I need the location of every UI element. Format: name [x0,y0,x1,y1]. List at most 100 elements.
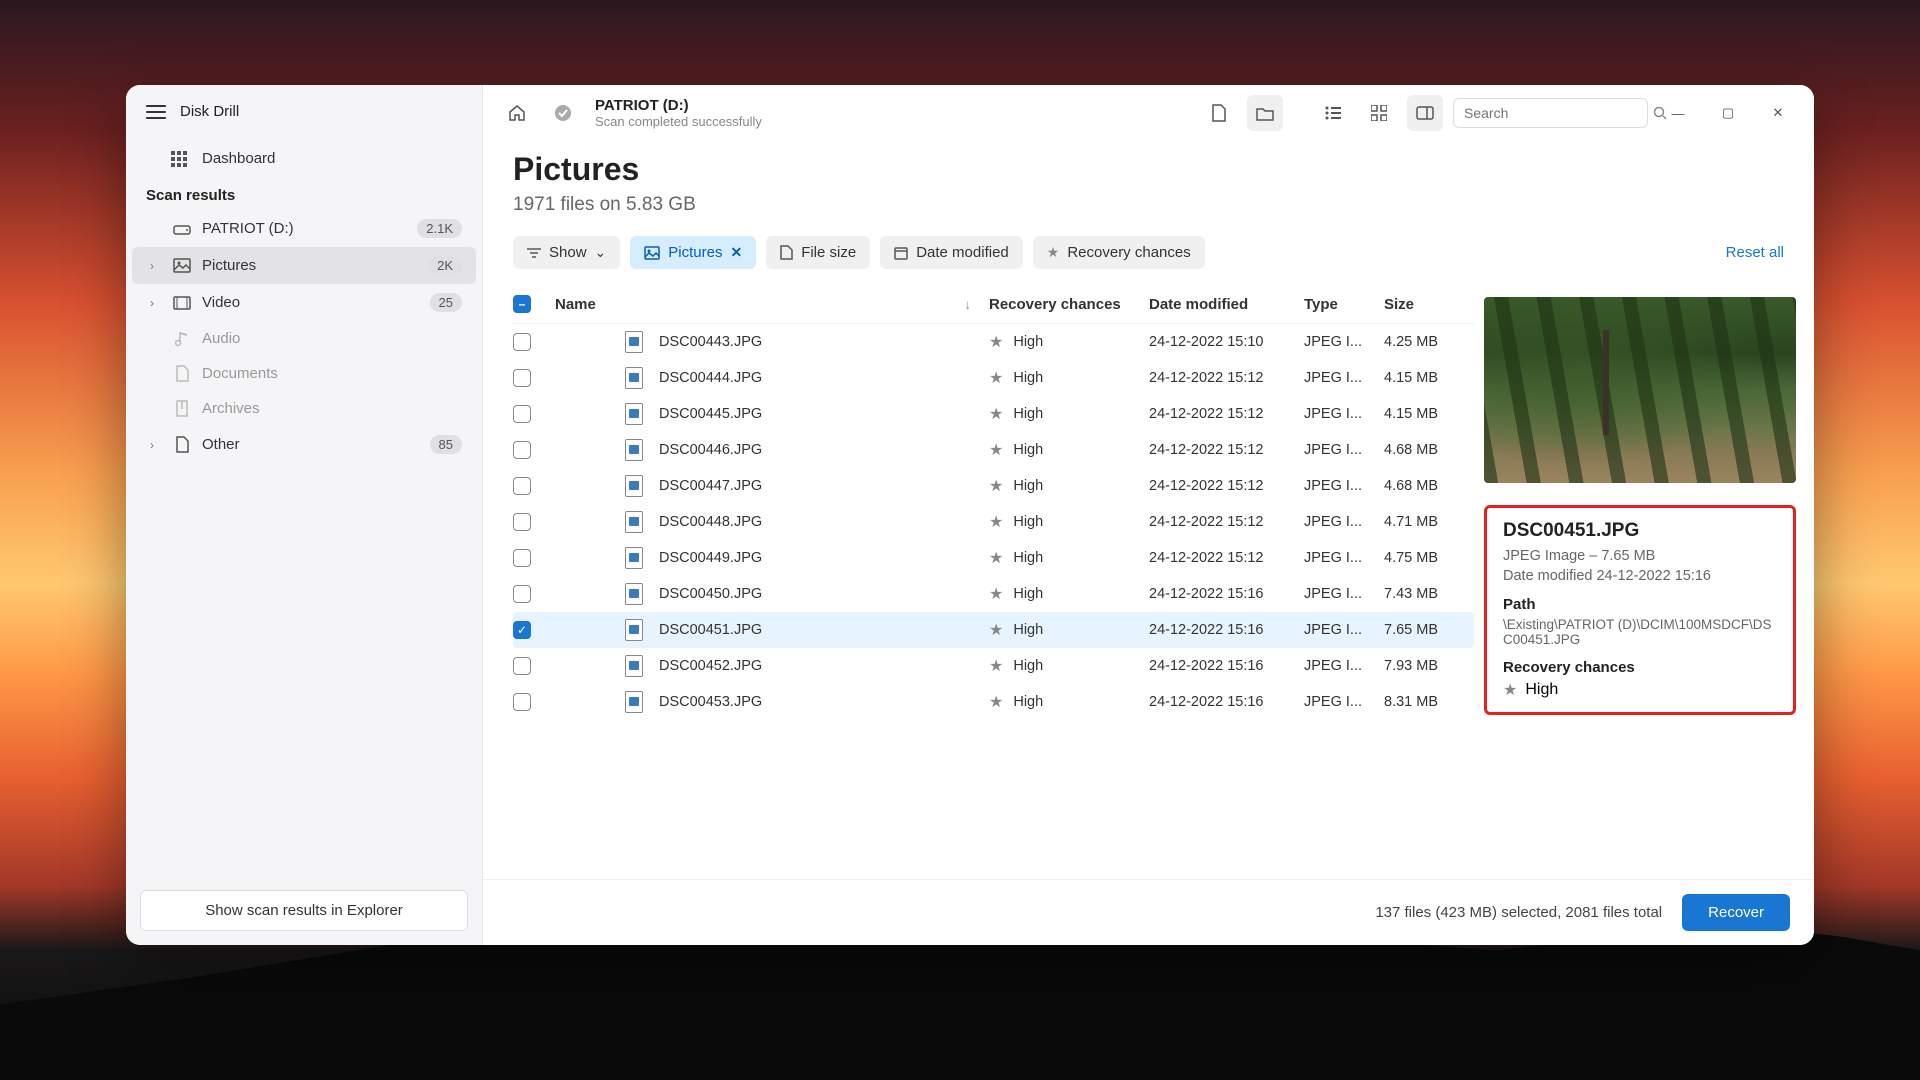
row-checkbox[interactable] [513,405,531,423]
select-all-checkbox[interactable]: – [513,295,531,313]
sidebar-section-title: Scan results [126,177,482,210]
row-checkbox[interactable] [513,585,531,603]
search-input[interactable] [1464,105,1645,121]
star-icon: ★ [989,656,1003,676]
type-value: JPEG I... [1304,406,1384,422]
show-chip[interactable]: Show ⌄ [513,236,620,269]
grid-icon [170,151,188,167]
table-row[interactable]: DSC00452.JPG★High24-12-2022 15:16JPEG I.… [513,648,1474,684]
size-value: 8.31 MB [1384,694,1474,710]
check-badge-icon [545,95,581,131]
file-icon[interactable] [1201,95,1237,131]
drive-label: PATRIOT (D:) [202,220,407,237]
star-icon: ★ [989,368,1003,388]
date-value: 24-12-2022 15:12 [1149,478,1304,494]
row-checkbox[interactable] [513,693,531,711]
date-value: 24-12-2022 15:12 [1149,406,1304,422]
sidebar-item-audio[interactable]: Audio [132,321,476,356]
file-type-icon [625,655,643,677]
row-checkbox[interactable] [513,513,531,531]
table-row[interactable]: DSC00444.JPG★High24-12-2022 15:12JPEG I.… [513,360,1474,396]
row-checkbox[interactable] [513,657,531,675]
close-icon[interactable]: ✕ [730,244,742,261]
size-value: 4.68 MB [1384,442,1474,458]
date-chip[interactable]: Date modified [880,236,1023,269]
col-size[interactable]: Size [1384,296,1474,313]
home-icon[interactable] [499,95,535,131]
row-checkbox[interactable]: ✓ [513,621,531,639]
date-value: 24-12-2022 15:16 [1149,586,1304,602]
row-checkbox[interactable] [513,333,531,351]
table-row[interactable]: DSC00445.JPG★High24-12-2022 15:12JPEG I.… [513,396,1474,432]
table-row[interactable]: DSC00448.JPG★High24-12-2022 15:12JPEG I.… [513,504,1474,540]
pictures-chip[interactable]: Pictures ✕ [630,236,756,269]
chevron-right-icon [150,332,162,346]
sidebar-item-pictures[interactable]: ›Pictures2K [132,247,476,284]
sidebar-item-video[interactable]: ›Video25 [132,284,476,321]
page-subtitle: 1971 files on 5.83 GB [513,194,1784,216]
type-value: JPEG I... [1304,334,1384,350]
reset-all-link[interactable]: Reset all [1726,244,1784,261]
sort-arrow-icon[interactable]: ↓ [965,297,972,312]
row-checkbox[interactable] [513,477,531,495]
col-date[interactable]: Date modified [1149,296,1304,313]
chevron-down-icon: ⌄ [595,244,607,261]
table-row[interactable]: DSC00450.JPG★High24-12-2022 15:16JPEG I.… [513,576,1474,612]
type-value: JPEG I... [1304,514,1384,530]
preview-thumbnail[interactable] [1484,297,1796,483]
size-value: 4.75 MB [1384,550,1474,566]
size-value: 4.25 MB [1384,334,1474,350]
table-row[interactable]: DSC00453.JPG★High24-12-2022 15:16JPEG I.… [513,684,1474,720]
grid-view-icon[interactable] [1361,95,1397,131]
file-type-icon [625,619,643,641]
detail-recovery-value: High [1525,681,1558,699]
table-row[interactable]: ✓DSC00451.JPG★High24-12-2022 15:16JPEG I… [513,612,1474,648]
minimize-button[interactable]: — [1658,95,1698,131]
footer: 137 files (423 MB) selected, 2081 files … [483,879,1814,945]
show-in-explorer-button[interactable]: Show scan results in Explorer [140,890,468,931]
sidebar-drive[interactable]: PATRIOT (D:) 2.1K [132,210,476,247]
sidebar-item-archives[interactable]: Archives [132,391,476,426]
col-name[interactable]: Name [555,296,596,313]
filesize-chip[interactable]: File size [766,236,870,269]
folder-icon[interactable] [1247,95,1283,131]
file-name: DSC00448.JPG [659,514,762,530]
recovery-value: High [1013,622,1043,638]
col-recovery[interactable]: Recovery chances [989,296,1149,313]
calendar-icon [894,246,908,260]
panel-view-icon[interactable] [1407,95,1443,131]
col-type[interactable]: Type [1304,296,1384,313]
table-row[interactable]: DSC00447.JPG★High24-12-2022 15:12JPEG I.… [513,468,1474,504]
table-header: – Name ↓ Recovery chances Date modified T… [513,285,1474,324]
hamburger-icon[interactable] [146,105,166,119]
star-icon: ★ [989,332,1003,352]
file-type-icon [625,367,643,389]
search-box[interactable] [1453,98,1648,128]
file-type-icon [625,547,643,569]
recovery-chip[interactable]: ★ Recovery chances [1033,236,1205,269]
recovery-value: High [1013,334,1043,350]
file-name: DSC00445.JPG [659,406,762,422]
row-checkbox[interactable] [513,441,531,459]
sidebar-item-documents[interactable]: Documents [132,356,476,391]
row-checkbox[interactable] [513,369,531,387]
maximize-button[interactable]: ▢ [1708,95,1748,131]
main-area: PATRIOT (D:) Scan completed successfully… [483,85,1814,945]
close-button[interactable]: ✕ [1758,95,1798,131]
type-value: JPEG I... [1304,622,1384,638]
star-icon: ★ [1047,244,1060,261]
sidebar-dashboard-label: Dashboard [202,150,275,167]
recovery-value: High [1013,658,1043,674]
table-row[interactable]: DSC00449.JPG★High24-12-2022 15:12JPEG I.… [513,540,1474,576]
table-row[interactable]: DSC00443.JPG★High24-12-2022 15:10JPEG I.… [513,324,1474,360]
page-title: Pictures [513,151,1784,188]
sidebar-item-other[interactable]: ›Other85 [132,426,476,463]
archive-icon [172,400,192,417]
date-value: 24-12-2022 15:12 [1149,370,1304,386]
recover-button[interactable]: Recover [1682,894,1790,931]
list-view-icon[interactable] [1315,95,1351,131]
star-icon: ★ [989,440,1003,460]
sidebar-dashboard[interactable]: Dashboard [126,140,482,177]
table-row[interactable]: DSC00446.JPG★High24-12-2022 15:12JPEG I.… [513,432,1474,468]
row-checkbox[interactable] [513,549,531,567]
